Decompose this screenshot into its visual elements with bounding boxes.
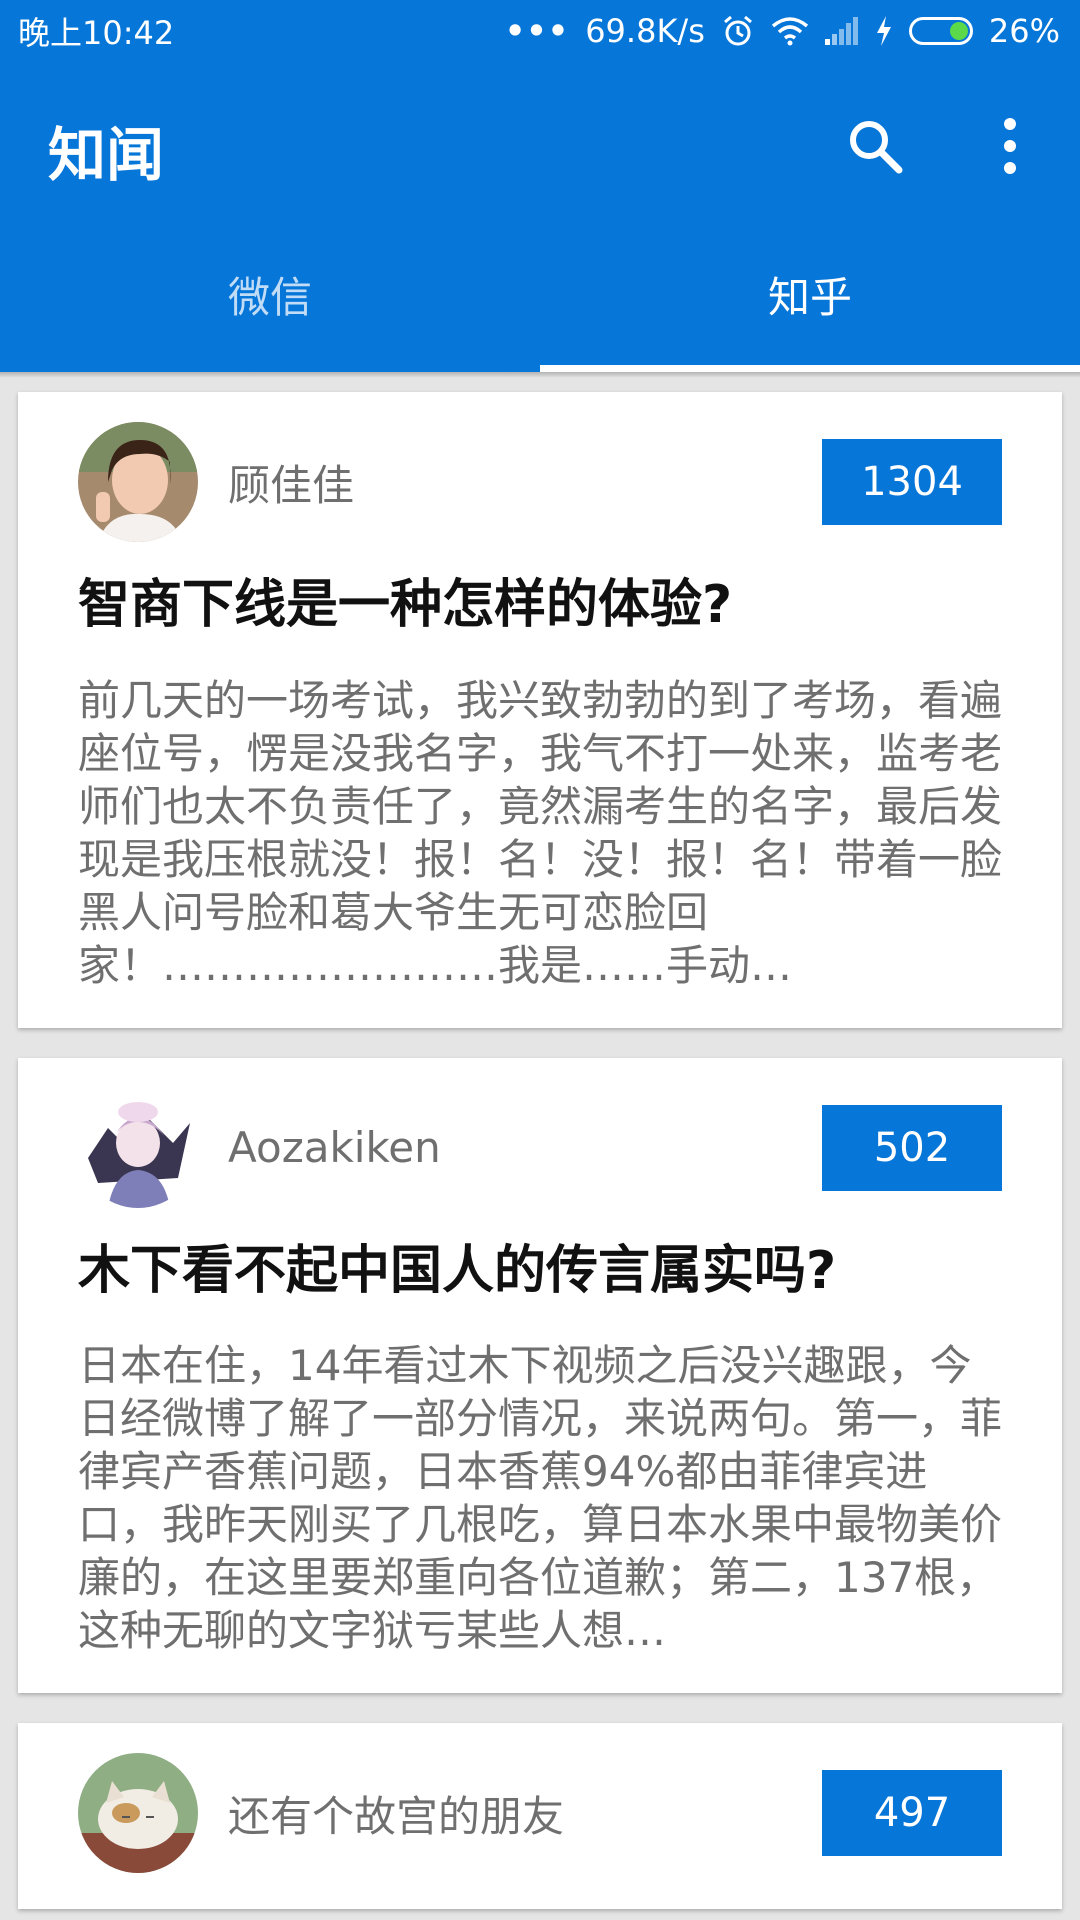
wifi-icon [771,17,808,46]
appbar-shadow [0,372,1080,378]
count-badge[interactable]: 497 [822,1770,1002,1857]
author-name: Aozakiken [228,1123,441,1173]
tab-weixin[interactable]: 微信 [0,230,540,372]
feed-card[interactable]: Aozakiken 502 木下看不起中国人的传言属实吗? 日本在住，14年看过… [18,1057,1062,1694]
author-name: 顾佳佳 [228,460,355,510]
network-speed: 69.8K/s [585,12,705,50]
status-bar: 晚上10:42 ••• 69.8K/s 26% [0,0,1080,62]
feed-list: 顾佳佳 1304 智商下线是一种怎样的体验? 前几天的一场考试，我兴致勃勃的到了… [18,392,1062,1920]
card-header: 还有个故宫的朋友 497 [78,1753,1002,1874]
question-title[interactable]: 智商下线是一种怎样的体验? [78,572,1002,640]
author-name: 还有个故宫的朋友 [228,1791,565,1841]
card-header: 顾佳佳 1304 [78,422,1002,542]
tab-zhihu[interactable]: 知乎 [540,230,1080,372]
signal-icon [824,17,858,45]
battery-icon [908,17,973,45]
status-time: 晚上10:42 [18,14,175,52]
search-icon[interactable] [845,116,905,176]
feed-card[interactable]: 还有个故宫的朋友 497 [18,1723,1062,1910]
answer-excerpt[interactable]: 日本在住，14年看过木下视频之后没兴趣跟，今日经微博了解了一部分情况，来说两句。… [78,1339,1002,1657]
avatar[interactable] [78,1087,198,1208]
alarm-icon [723,15,752,46]
tab-bar: 微信 知乎 [0,230,1080,372]
more-vert-icon[interactable] [990,114,1030,178]
answer-excerpt[interactable]: 前几天的一场考试，我兴致勃勃的到了考场，看遍座位号，愣是没我名字，我气不打一处来… [78,674,1002,992]
app-bar: 知闻 [0,62,1080,230]
count-badge[interactable]: 502 [822,1104,1002,1191]
feed-card[interactable]: 顾佳佳 1304 智商下线是一种怎样的体验? 前几天的一场考试，我兴致勃勃的到了… [18,392,1062,1028]
battery-percent: 26% [988,12,1060,50]
status-icons: ••• 69.8K/s 26% [505,12,1060,50]
app-title: 知闻 [48,121,165,189]
avatar[interactable] [78,422,198,542]
question-title[interactable]: 木下看不起中国人的传言属实吗? [78,1238,1002,1306]
card-header: Aozakiken 502 [78,1087,1002,1208]
count-badge[interactable]: 1304 [822,439,1002,525]
charging-icon [876,16,891,46]
status-dots: ••• [504,12,570,50]
avatar[interactable] [78,1753,198,1874]
